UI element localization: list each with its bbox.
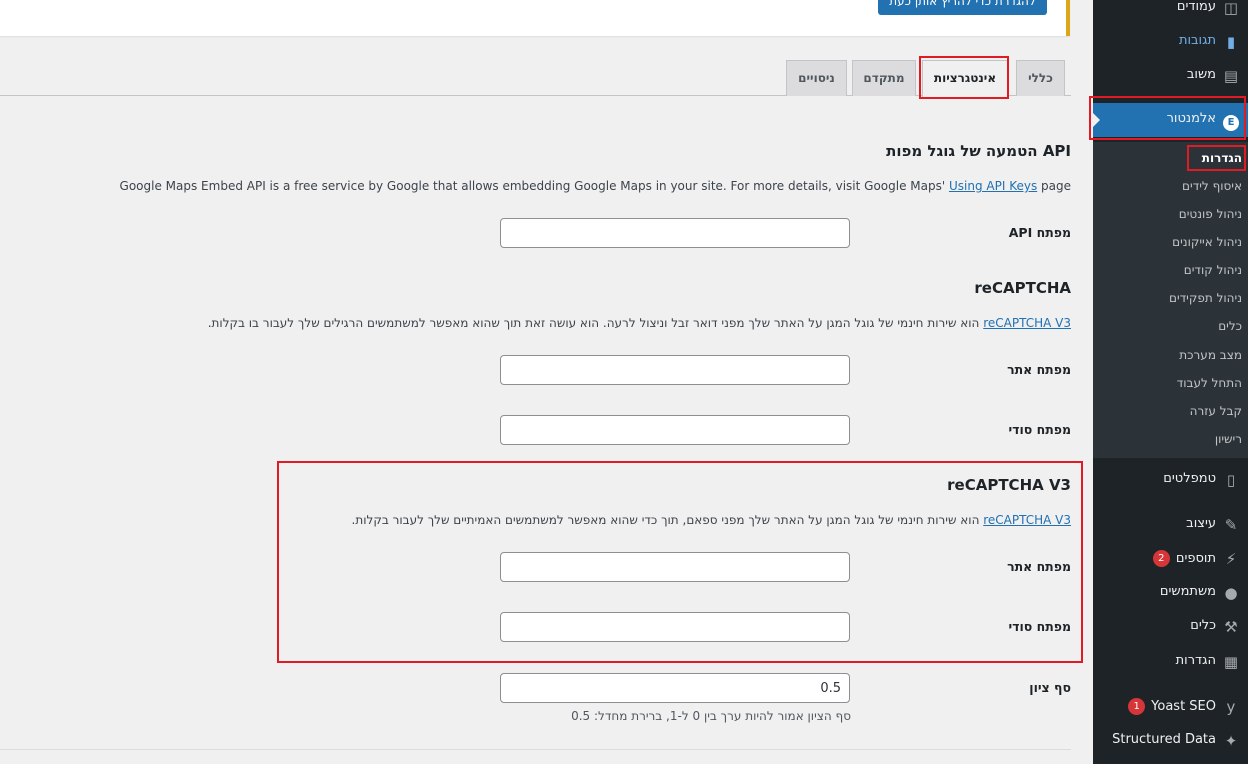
threshold-input[interactable] bbox=[500, 673, 850, 703]
menu-users[interactable]: ● משתמשים bbox=[1093, 576, 1248, 610]
menu-yoast-seo[interactable]: y Yoast SEO 1 bbox=[1093, 690, 1248, 724]
gmaps-desc-suffix: page bbox=[1037, 179, 1071, 193]
menu-elementor[interactable]: E אלמנטור bbox=[1093, 103, 1248, 137]
feedback-icon: ▤ bbox=[1223, 67, 1239, 85]
yoast-text: Yoast SEO bbox=[1151, 699, 1216, 714]
gmaps-desc-text: Google Maps Embed API is a free service … bbox=[119, 179, 949, 193]
settings-main: להגדרת כדי להריץ אותן כעת כללי אינטגרציו… bbox=[0, 0, 1093, 764]
menu-feedback-label: משוב bbox=[1186, 67, 1216, 82]
threshold-label: סף ציון bbox=[1029, 680, 1071, 695]
submenu-item-codes[interactable]: ניהול קודים bbox=[1184, 263, 1242, 277]
section-divider bbox=[0, 749, 1071, 750]
recaptcha-site-key-label: מפתח אתר bbox=[1007, 362, 1071, 377]
elementor-submenu: הגדרות איסוף לידים ניהול פונטים ניהול אי… bbox=[1093, 142, 1248, 458]
recaptcha-desc-text: הוא שירות חינמי של גוגל המגן על האתר שלך… bbox=[207, 316, 984, 330]
submenu-item-getting-started[interactable]: התחל לעבוד bbox=[1177, 376, 1242, 390]
folder-icon: ▯ bbox=[1226, 471, 1236, 489]
menu-tools-label: כלים bbox=[1190, 618, 1216, 633]
submenu-item-icons[interactable]: ניהול אייקונים bbox=[1172, 235, 1242, 249]
gmaps-section-title: API הטמעה של גוגל מפות bbox=[886, 142, 1071, 160]
menu-pages[interactable]: ◫ עמודים bbox=[1093, 0, 1248, 25]
menu-appearance[interactable]: ✎ עיצוב bbox=[1093, 508, 1248, 542]
current-menu-arrow bbox=[1092, 112, 1100, 128]
admin-notice: להגדרת כדי להריץ אותן כעת bbox=[0, 0, 1070, 36]
submenu-item-leads[interactable]: איסוף לידים bbox=[1182, 179, 1242, 193]
wrench-icon: ⚒ bbox=[1224, 618, 1238, 636]
settings-icon: ▦ bbox=[1223, 653, 1239, 671]
menu-appearance-label: עיצוב bbox=[1186, 516, 1216, 531]
menu-plugins[interactable]: ⚡ תוספים 2 bbox=[1093, 542, 1248, 576]
recaptcha-section-title: reCAPTCHA bbox=[974, 279, 1071, 297]
menu-yoast-label: Yoast SEO 1 bbox=[1128, 698, 1216, 715]
tab-integrations[interactable]: אינטגרציות bbox=[922, 60, 1008, 97]
threshold-help-text: סף הציון אמור להיות ערך בין 0 ל-1, ברירת… bbox=[571, 709, 851, 723]
submenu-item-system-info[interactable]: מצב מערכת bbox=[1179, 348, 1242, 362]
recaptcha-v3-secret-key-input[interactable] bbox=[500, 612, 850, 642]
menu-plugins-label: תוספים 2 bbox=[1152, 550, 1216, 567]
recaptcha-v3-description: reCAPTCHA V3 הוא שירות חינמי של גוגל המג… bbox=[352, 513, 1071, 527]
tab-experiments[interactable]: ניסויים bbox=[786, 60, 847, 96]
submenu-item-get-help[interactable]: קבל עזרה bbox=[1190, 404, 1242, 418]
api-key-label: מפתח API bbox=[1008, 225, 1071, 240]
recaptcha-v3-site-key-input[interactable] bbox=[500, 552, 850, 582]
gmaps-description: Google Maps Embed API is a free service … bbox=[120, 179, 1071, 193]
notice-action-button[interactable]: להגדרת כדי להריץ אותן כעת bbox=[878, 0, 1047, 15]
submenu-item-roles[interactable]: ניהול תפקידים bbox=[1169, 291, 1242, 305]
menu-feedback[interactable]: ▤ משוב bbox=[1093, 59, 1248, 93]
recaptcha-site-key-input[interactable] bbox=[500, 355, 850, 385]
yoast-notification-badge: 1 bbox=[1128, 698, 1146, 715]
plugins-update-badge: 2 bbox=[1152, 550, 1170, 567]
api-key-input[interactable] bbox=[500, 218, 850, 248]
recaptcha-description: reCAPTCHA V3 הוא שירות חינמי של גוגל המג… bbox=[208, 316, 1071, 330]
tab-advanced[interactable]: מתקדם bbox=[852, 60, 916, 96]
submenu-item-license[interactable]: רישיון bbox=[1215, 432, 1242, 446]
pages-icon: ◫ bbox=[1223, 0, 1239, 17]
menu-structured-data[interactable]: ✦ Structured Data bbox=[1093, 724, 1248, 758]
comment-icon: ▮ bbox=[1226, 33, 1236, 51]
menu-comments[interactable]: ▮ תגובות bbox=[1093, 25, 1248, 59]
recaptcha-v3-secret-key-label: מפתח סודי bbox=[1008, 619, 1071, 634]
elementor-icon: E bbox=[1222, 111, 1240, 131]
recaptcha-v3-link[interactable]: reCAPTCHA V3 bbox=[983, 316, 1071, 330]
recaptcha-secret-key-label: מפתח סודי bbox=[1008, 422, 1071, 437]
menu-templates-label: טמפלטים bbox=[1163, 471, 1216, 486]
recaptcha-v3-section-title: reCAPTCHA V3 bbox=[947, 476, 1071, 494]
menu-elementor-label: אלמנטור bbox=[1166, 111, 1216, 126]
recaptcha-v3-site-key-label: מפתח אתר bbox=[1007, 559, 1071, 574]
admin-sidebar: ◫ עמודים ▮ תגובות ▤ משוב E אלמנטור הגדרות אי… bbox=[1089, 0, 1248, 764]
using-api-keys-link[interactable]: Using API Keys bbox=[949, 179, 1037, 193]
tab-general[interactable]: כללי bbox=[1016, 60, 1065, 96]
submenu-item-fonts[interactable]: ניהול פונטים bbox=[1179, 207, 1242, 221]
submenu-item-settings[interactable]: הגדרות bbox=[1202, 151, 1242, 165]
recaptcha-secret-key-input[interactable] bbox=[500, 415, 850, 445]
user-icon: ● bbox=[1224, 584, 1238, 602]
menu-templates[interactable]: ▯ טמפלטים bbox=[1093, 463, 1248, 497]
yoast-icon: y bbox=[1226, 698, 1236, 716]
menu-pages-label: עמודים bbox=[1176, 0, 1216, 14]
menu-settings[interactable]: ▦ הגדרות bbox=[1093, 645, 1248, 679]
menu-structured-data-label: Structured Data bbox=[1112, 732, 1216, 747]
pin-icon: ✦ bbox=[1224, 732, 1238, 750]
recaptcha-v3-desc-link[interactable]: reCAPTCHA V3 bbox=[983, 513, 1071, 527]
submenu-item-tools[interactable]: כלים bbox=[1218, 319, 1242, 333]
menu-tools[interactable]: ⚒ כלים bbox=[1093, 610, 1248, 644]
plug-icon: ⚡ bbox=[1225, 550, 1237, 568]
menu-comments-label: תגובות bbox=[1178, 33, 1216, 48]
plugins-text: תוספים bbox=[1175, 551, 1216, 566]
recaptcha-v3-desc-text: הוא שירות חינמי של גוגל המגן על האתר שלך… bbox=[351, 513, 984, 527]
menu-settings-label: הגדרות bbox=[1175, 653, 1216, 668]
brush-icon: ✎ bbox=[1224, 516, 1238, 534]
menu-users-label: משתמשים bbox=[1159, 584, 1216, 599]
